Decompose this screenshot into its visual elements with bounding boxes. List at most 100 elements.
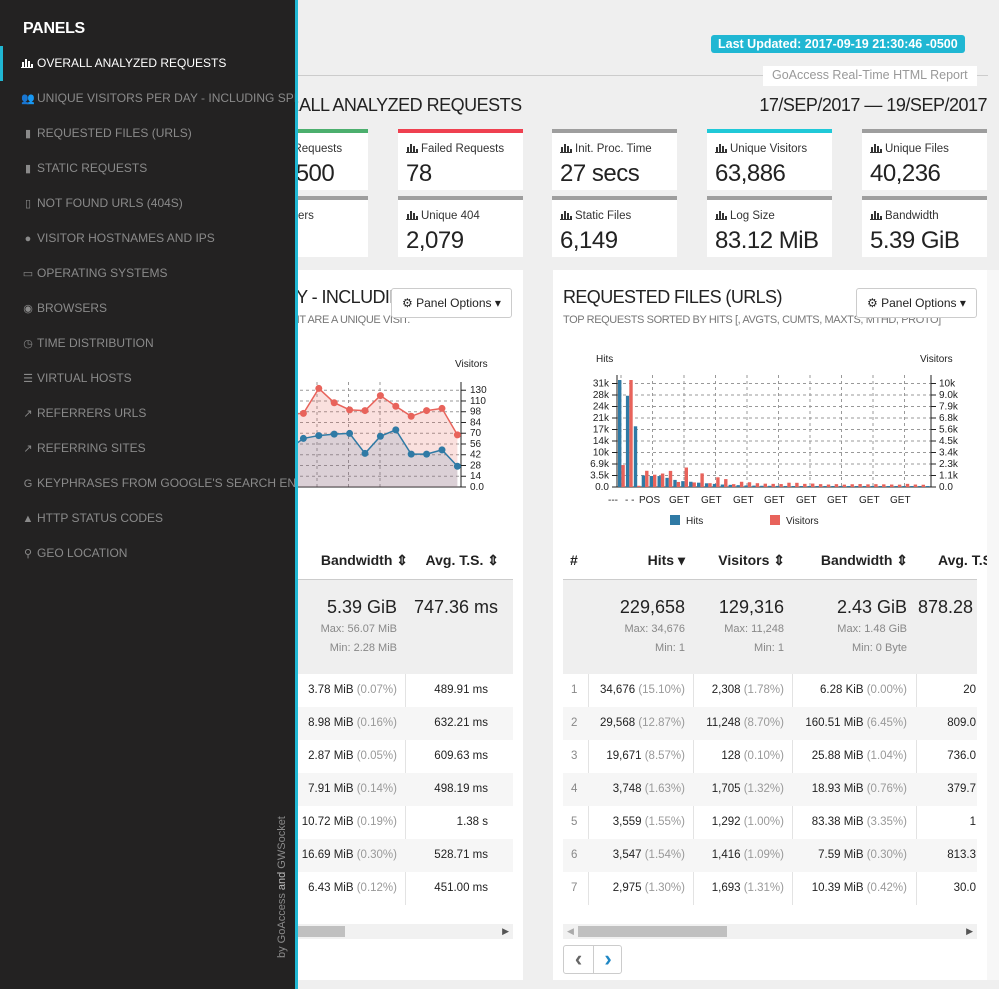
data-point[interactable] (315, 384, 323, 392)
data-point[interactable] (330, 430, 338, 438)
bar-hits[interactable] (910, 486, 914, 487)
bar-visitors[interactable] (897, 484, 902, 487)
bar-hits[interactable] (870, 486, 875, 487)
data-point[interactable] (361, 407, 369, 415)
bar-hits[interactable] (886, 486, 890, 487)
bar-visitors[interactable] (787, 482, 791, 487)
data-point[interactable] (423, 450, 431, 458)
bar-visitors[interactable] (660, 473, 665, 487)
bar-hits[interactable] (736, 485, 740, 487)
bar-visitors[interactable] (645, 470, 649, 487)
bar-visitors[interactable] (890, 484, 894, 487)
scroll-left-arrow-icon[interactable]: ◀ (567, 924, 574, 939)
sidebar-item-visitor-hostnames-and-ips[interactable]: ● VISITOR HOSTNAMES AND IPS (0, 221, 295, 256)
bar-visitors[interactable] (795, 482, 799, 487)
bar-visitors[interactable] (850, 484, 854, 487)
bar-hits[interactable] (689, 481, 693, 487)
scroll-right-arrow-icon[interactable]: ▶ (502, 924, 509, 939)
bar-hits[interactable] (641, 475, 646, 487)
bar-visitors[interactable] (905, 483, 910, 487)
data-point[interactable] (453, 462, 461, 470)
bar-hits[interactable] (823, 486, 827, 487)
data-point[interactable] (346, 406, 354, 414)
bar-visitors[interactable] (716, 477, 720, 487)
bar-hits[interactable] (918, 486, 922, 487)
bar-visitors[interactable] (818, 484, 823, 487)
sidebar-item-browsers[interactable]: ◉ BROWSERS (0, 291, 295, 326)
bar-hits[interactable] (625, 395, 630, 487)
sidebar-item-time-distribution[interactable]: ◷ TIME DISTRIBUTION (0, 326, 295, 361)
sidebar-item-requested-files-urls[interactable]: ▮ REQUESTED FILES (URLS) (0, 116, 295, 151)
bar-hits[interactable] (665, 477, 669, 487)
bar-visitors[interactable] (629, 380, 633, 487)
column-header-bandwidth[interactable]: Bandwidth ⇕ (821, 552, 908, 569)
bar-hits[interactable] (783, 485, 788, 487)
bar-hits[interactable] (649, 476, 653, 487)
sidebar-item-unique-visitors-per-day-including-spiders[interactable]: 👥UNIQUE VISITORS PER DAY - INCLUDING SPI… (0, 81, 295, 116)
bar-visitors[interactable] (826, 484, 831, 487)
gwsocket-link[interactable]: GWSocket (276, 816, 288, 869)
data-point[interactable] (315, 432, 323, 440)
bar-hits[interactable] (673, 479, 677, 487)
table-row[interactable]: 2 29,568 (12.87%) 11,248 (8.70%) 160.51 MiB… (563, 707, 977, 740)
bar-visitors[interactable] (866, 484, 870, 487)
data-point[interactable] (392, 426, 400, 434)
bar-hits[interactable] (776, 485, 780, 487)
data-point[interactable] (361, 449, 369, 457)
bar-hits[interactable] (894, 486, 898, 487)
column-header-rank[interactable]: # (570, 552, 578, 568)
sidebar-item-static-requests[interactable]: ▮ STATIC REQUESTS (0, 151, 295, 186)
data-point[interactable] (453, 431, 461, 439)
bar-visitors[interactable] (811, 483, 815, 487)
data-point[interactable] (423, 407, 431, 415)
horizontal-scrollbar[interactable]: ◀ ▶ (563, 924, 977, 939)
next-page-button[interactable]: › (594, 946, 622, 973)
bar-hits[interactable] (657, 476, 661, 487)
bar-visitors[interactable] (779, 484, 783, 487)
data-point[interactable] (392, 402, 400, 410)
data-point[interactable] (407, 450, 415, 458)
sidebar-item-referrers-urls[interactable]: ↗ REFERRERS URLS (0, 396, 295, 431)
sidebar-item-operating-systems[interactable]: ▭ OPERATING SYSTEMS (0, 256, 295, 291)
bar-hits[interactable] (704, 483, 709, 487)
bar-visitors[interactable] (834, 484, 839, 487)
data-point[interactable] (299, 434, 307, 442)
panel-options-button[interactable]: ⚙ Panel Options ▾ (391, 288, 512, 318)
bar-hits[interactable] (878, 486, 883, 487)
scrollbar-thumb[interactable] (578, 926, 727, 937)
data-point[interactable] (376, 392, 384, 400)
panel-options-button[interactable]: ⚙ Panel Options ▾ (856, 288, 977, 318)
table-row[interactable]: 4 3,748 (1.63%) 1,705 (1.32%) 18.93 MiB (0.… (563, 773, 977, 806)
bar-hits[interactable] (831, 486, 835, 487)
scroll-right-arrow-icon[interactable]: ▶ (966, 924, 973, 939)
bar-visitors[interactable] (913, 484, 918, 487)
table-row[interactable]: 3 19,671 (8.57%) 128 (0.10%) 25.88 MiB (1.0… (563, 740, 977, 773)
column-header-hits[interactable]: Hits ▾ (648, 552, 685, 569)
bar-hits[interactable] (855, 486, 859, 487)
table-row[interactable]: 7 2,975 (1.30%) 1,693 (1.31%) 10.39 MiB (0.… (563, 872, 977, 905)
data-point[interactable] (438, 404, 446, 412)
sidebar-item-referring-sites[interactable]: ↗ REFERRING SITES (0, 431, 295, 466)
table-row[interactable]: 1 34,676 (15.10%) 2,308 (1.78%) 6.28 KiB (0… (563, 674, 977, 707)
bar-hits[interactable] (744, 485, 748, 487)
bar-visitors[interactable] (708, 483, 712, 487)
bar-visitors[interactable] (842, 484, 846, 487)
bar-hits[interactable] (807, 486, 811, 487)
bar-visitors[interactable] (724, 479, 728, 487)
prev-page-button[interactable]: ‹ (564, 946, 594, 973)
bar-visitors[interactable] (732, 484, 736, 487)
bar-visitors[interactable] (684, 467, 688, 487)
bar-visitors[interactable] (858, 484, 862, 487)
sidebar-item-virtual-hosts[interactable]: ☰ VIRTUAL HOSTS (0, 361, 295, 396)
table-row[interactable]: 5 3,559 (1.55%) 1,292 (1.00%) 83.38 MiB (3.… (563, 806, 977, 839)
data-point[interactable] (376, 432, 384, 440)
table-row[interactable]: 6 3,547 (1.54%) 1,416 (1.09%) 7.59 MiB (0.3… (563, 839, 977, 872)
bar-visitors[interactable] (676, 481, 681, 487)
bar-visitors[interactable] (692, 482, 696, 487)
bar-hits[interactable] (768, 485, 772, 487)
bar-hits[interactable] (712, 483, 717, 487)
bar-hits[interactable] (839, 486, 843, 487)
data-point[interactable] (330, 399, 338, 407)
bar-visitors[interactable] (739, 481, 744, 487)
bar-hits[interactable] (697, 482, 701, 487)
